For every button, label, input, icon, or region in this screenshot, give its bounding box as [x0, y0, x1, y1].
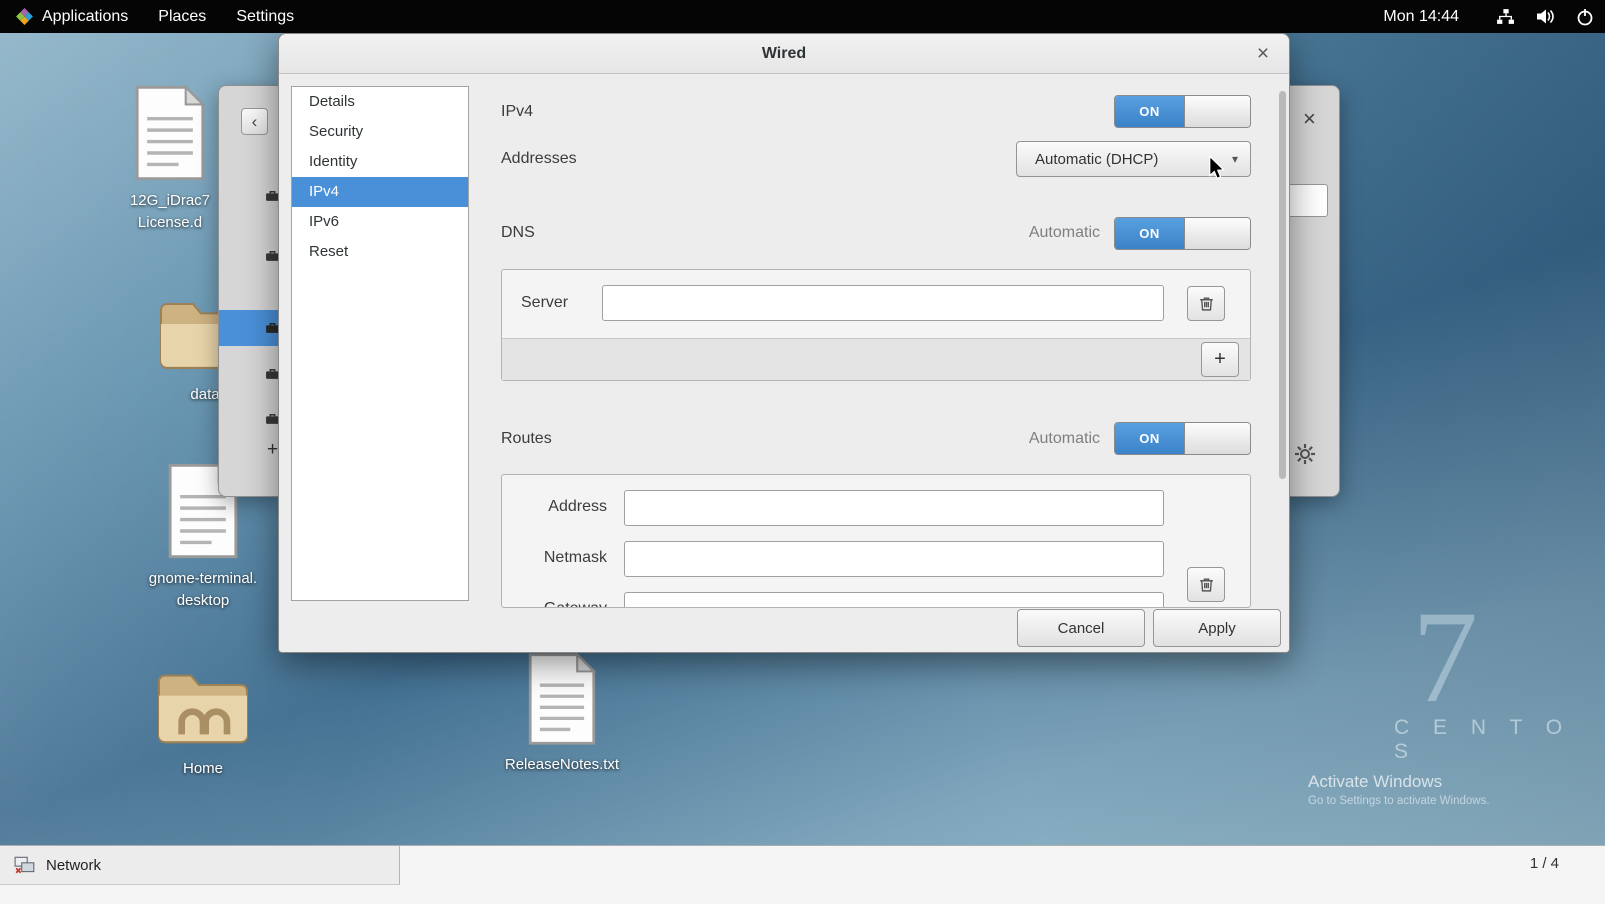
desktop-icon-home[interactable]: Home — [118, 668, 288, 780]
taskbar-item-label: Network — [46, 857, 101, 874]
dialog-title: Wired — [762, 45, 806, 63]
top-panel: Applications Places Settings Mon 14:44 — [0, 0, 1605, 33]
cancel-button[interactable]: Cancel — [1017, 609, 1145, 647]
background-window-left: ‹ + — [218, 85, 280, 497]
bottom-taskbar: Network 1 / 4 — [0, 845, 1605, 904]
toggle-handle — [1184, 218, 1250, 249]
gear-icon[interactable] — [1293, 442, 1317, 466]
dns-section-label: DNS — [501, 224, 535, 242]
add-profile-button[interactable]: + — [267, 439, 278, 461]
plus-icon: + — [1214, 348, 1226, 371]
dialog-titlebar[interactable]: Wired × — [279, 34, 1289, 74]
sidebar-item-reset[interactable]: Reset — [292, 237, 468, 267]
sidebar-item-identity[interactable]: Identity — [292, 147, 468, 177]
toggle-on-label: ON — [1115, 423, 1184, 454]
centos-brand-watermark: C E N T O S — [1394, 716, 1605, 764]
network-tree-icon — [1496, 8, 1515, 25]
plus-icon: + — [267, 439, 278, 460]
desktop: 7 C E N T O S Activate Windows Go to Set… — [0, 0, 1605, 904]
server-delete-button[interactable] — [1187, 286, 1225, 321]
home-folder-icon — [118, 668, 288, 750]
toggle-handle — [1184, 96, 1250, 127]
taskbar-item-network[interactable]: Network — [0, 846, 400, 885]
background-entry-fragment — [1288, 184, 1328, 217]
background-window-right: × — [1283, 85, 1340, 497]
activate-windows-watermark: Activate Windows Go to Settings to activ… — [1308, 772, 1490, 807]
sidebar-item-ipv6[interactable]: IPv6 — [292, 207, 468, 237]
toggle-handle — [1184, 423, 1250, 454]
toggle-on-label: ON — [1115, 218, 1184, 249]
clock[interactable]: Mon 14:44 — [1357, 8, 1485, 26]
desktop-icon-label: Home — [118, 758, 288, 780]
addresses-label: Addresses — [501, 150, 577, 168]
dns-server-group: Server + — [501, 269, 1251, 381]
dns-toolbar-strip: + — [502, 338, 1250, 380]
dns-toggle[interactable]: ON — [1114, 217, 1251, 250]
address-label: Address — [502, 498, 607, 516]
volume-icon — [1535, 8, 1555, 25]
power-indicator[interactable] — [1565, 0, 1605, 33]
back-icon: ‹ — [252, 112, 258, 132]
activate-line2: Go to Settings to activate Windows. — [1308, 795, 1490, 807]
centos-logo-icon — [15, 7, 34, 26]
address-input[interactable] — [624, 490, 1164, 526]
document-icon — [477, 652, 647, 746]
netmask-label: Netmask — [502, 549, 607, 567]
wired-settings-dialog: Wired × Details Security Identity IPv4 I… — [278, 33, 1290, 653]
gateway-label: Gateway — [502, 600, 607, 608]
activate-line1: Activate Windows — [1308, 772, 1490, 792]
trash-icon — [1198, 576, 1215, 593]
routes-section-label: Routes — [501, 430, 552, 448]
power-icon — [1576, 8, 1594, 26]
dialog-scrollbar[interactable] — [1279, 91, 1286, 479]
back-button[interactable]: ‹ — [241, 108, 268, 135]
chevron-down-icon: ▾ — [1232, 152, 1238, 166]
netmask-input[interactable] — [624, 541, 1164, 577]
applications-menu-label: Applications — [42, 8, 128, 26]
background-close-button[interactable]: × — [1303, 106, 1316, 132]
dns-automatic-label: Automatic — [1029, 224, 1100, 242]
trash-icon — [1198, 295, 1215, 312]
sidebar-item-security[interactable]: Security — [292, 117, 468, 147]
toggle-on-label: ON — [1115, 96, 1184, 127]
desktop-icon-label: gnome-terminal. desktop — [118, 568, 288, 612]
routes-group: Address Netmask Gateway — [501, 474, 1251, 608]
places-menu-label: Places — [158, 8, 206, 26]
settings-menu[interactable]: Settings — [221, 0, 309, 33]
server-label: Server — [521, 294, 568, 312]
sidebar-item-ipv4[interactable]: IPv4 — [292, 177, 468, 207]
ipv4-toggle[interactable]: ON — [1114, 95, 1251, 128]
workspace-pager[interactable]: 1 / 4 — [1530, 855, 1559, 872]
dialog-sidebar: Details Security Identity IPv4 IPv6 Rese… — [291, 86, 469, 601]
ipv4-section-label: IPv4 — [501, 103, 533, 121]
settings-menu-label: Settings — [236, 8, 294, 26]
applications-menu[interactable]: Applications — [0, 0, 143, 33]
close-icon: × — [1257, 42, 1269, 66]
sidebar-item-details[interactable]: Details — [292, 87, 468, 117]
close-icon: × — [1303, 106, 1316, 131]
places-menu[interactable]: Places — [143, 0, 221, 33]
route-delete-button[interactable] — [1187, 567, 1225, 602]
routes-automatic-label: Automatic — [1029, 430, 1100, 448]
addresses-dropdown-value: Automatic (DHCP) — [1035, 151, 1158, 168]
routes-toggle[interactable]: ON — [1114, 422, 1251, 455]
volume-indicator[interactable] — [1525, 0, 1565, 33]
mouse-cursor — [1208, 156, 1229, 186]
apply-button[interactable]: Apply — [1153, 609, 1281, 647]
desktop-icon-label: ReleaseNotes.txt — [477, 754, 647, 776]
gateway-input[interactable] — [624, 592, 1164, 608]
add-server-button[interactable]: + — [1201, 342, 1239, 377]
centos-version-watermark: 7 — [1412, 580, 1478, 733]
network-window-icon — [14, 855, 36, 875]
desktop-icon-releasenotes[interactable]: ReleaseNotes.txt — [477, 652, 647, 776]
network-indicator[interactable] — [1485, 0, 1525, 33]
dialog-close-button[interactable]: × — [1250, 41, 1276, 67]
server-input[interactable] — [602, 285, 1164, 321]
